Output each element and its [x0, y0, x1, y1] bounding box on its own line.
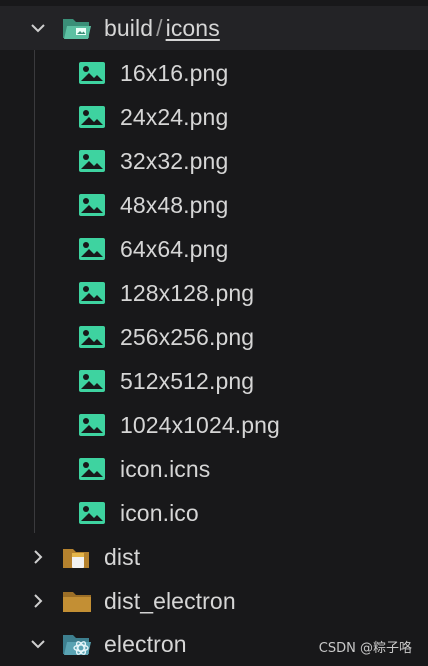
- file-name: 24x24.png: [120, 103, 229, 130]
- breadcrumb-separator: /: [156, 14, 163, 41]
- file-row[interactable]: 128x128.png: [0, 271, 428, 315]
- image-file-icon: [79, 370, 105, 392]
- file-name: 16x16.png: [120, 59, 229, 86]
- image-file-icon: [79, 106, 105, 128]
- image-file-icon: [79, 458, 105, 480]
- image-file-icon: [79, 194, 105, 216]
- file-name: icon.icns: [120, 455, 211, 482]
- image-file-icon: [79, 502, 105, 524]
- folder-row-dist[interactable]: dist: [0, 535, 428, 579]
- file-row[interactable]: 48x48.png: [0, 183, 428, 227]
- image-file-icon: [79, 150, 105, 172]
- file-row[interactable]: 256x256.png: [0, 315, 428, 359]
- chevron-right-icon[interactable]: [30, 549, 46, 565]
- file-row[interactable]: 64x64.png: [0, 227, 428, 271]
- folder-name: electron: [104, 630, 187, 657]
- folder-name: dist: [104, 543, 141, 570]
- file-name: 512x512.png: [120, 367, 255, 394]
- folder-row-build-icons[interactable]: build / icons: [0, 6, 428, 50]
- image-file-icon: [79, 326, 105, 348]
- folder-name-icons[interactable]: icons: [166, 15, 220, 41]
- file-name: 1024x1024.png: [120, 411, 280, 438]
- chevron-right-icon[interactable]: [30, 593, 46, 609]
- file-row[interactable]: 24x24.png: [0, 95, 428, 139]
- folder-name-build[interactable]: build: [104, 15, 153, 41]
- image-file-icon: [79, 62, 105, 84]
- file-name: 128x128.png: [120, 279, 255, 306]
- watermark: CSDN @粽子咯: [318, 641, 412, 656]
- dist-folder-icon: [62, 544, 92, 570]
- file-row[interactable]: icon.ico: [0, 491, 428, 535]
- chevron-down-icon[interactable]: [30, 20, 46, 36]
- file-name: 64x64.png: [120, 235, 229, 262]
- folder-row-dist-electron[interactable]: dist_electron: [0, 579, 428, 623]
- file-row[interactable]: 16x16.png: [0, 51, 428, 95]
- file-row[interactable]: 32x32.png: [0, 139, 428, 183]
- chevron-down-icon[interactable]: [30, 636, 46, 652]
- breadcrumb: build / icons: [104, 15, 220, 42]
- image-file-icon: [79, 282, 105, 304]
- file-explorer-tree: build / icons 16x16.png 24x24.png 32x32.pn…: [0, 0, 428, 666]
- file-row[interactable]: 1024x1024.png: [0, 403, 428, 447]
- electron-folder-icon: [62, 631, 92, 657]
- image-file-icon: [79, 414, 105, 436]
- image-file-icon: [79, 238, 105, 260]
- folder-name: dist_electron: [104, 587, 236, 614]
- file-row[interactable]: 512x512.png: [0, 359, 428, 403]
- file-name: 48x48.png: [120, 191, 229, 218]
- file-name: 32x32.png: [120, 147, 229, 174]
- file-name: icon.ico: [120, 499, 199, 526]
- open-folder-icon: [62, 15, 92, 41]
- file-name: 256x256.png: [120, 323, 255, 350]
- file-row[interactable]: icon.icns: [0, 447, 428, 491]
- folder-icon: [62, 588, 92, 614]
